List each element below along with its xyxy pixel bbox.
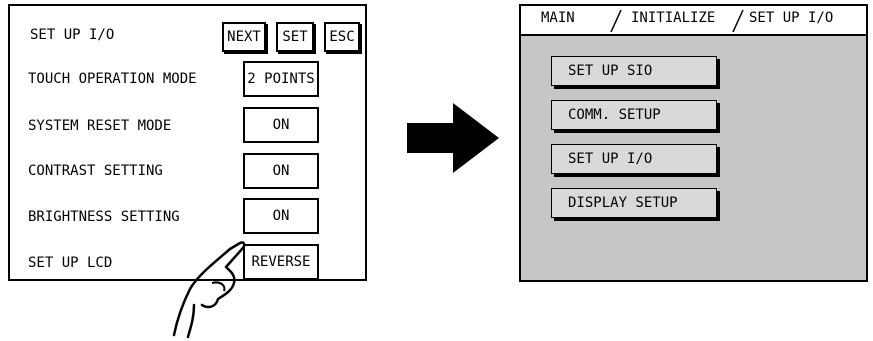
screen-title: SET UP I/O	[30, 27, 115, 43]
tab-divider	[610, 9, 622, 32]
esc-button[interactable]: ESC	[324, 22, 360, 52]
tab-set-up-io[interactable]: SET UP I/O	[749, 10, 833, 26]
system-reset-mode-label: SYSTEM RESET MODE	[28, 118, 172, 134]
contrast-setting-value[interactable]: ON	[243, 153, 319, 189]
next-button[interactable]: NEXT	[222, 22, 266, 52]
set-up-lcd-label: SET UP LCD	[28, 255, 113, 271]
pointing-hand-icon	[172, 241, 246, 339]
tab-main[interactable]: MAIN	[541, 10, 575, 26]
tab-initialize[interactable]: INITIALIZE	[631, 10, 715, 26]
brightness-setting-label: BRIGHTNESS SETTING	[28, 209, 180, 225]
set-up-io-button[interactable]: SET UP I/O	[551, 144, 717, 174]
set-button[interactable]: SET	[276, 22, 314, 52]
contrast-setting-label: CONTRAST SETTING	[28, 163, 163, 179]
tab-bar: MAIN INITIALIZE SET UP I/O	[521, 6, 866, 36]
right-arrow-icon	[407, 103, 499, 173]
initialize-menu-screen: MAIN INITIALIZE SET UP I/O SET UP SIO CO…	[519, 4, 868, 282]
brightness-setting-value[interactable]: ON	[243, 198, 319, 234]
display-setup-button[interactable]: DISPLAY SETUP	[551, 188, 717, 218]
comm-setup-button[interactable]: COMM. SETUP	[551, 100, 717, 130]
touch-operation-mode-value[interactable]: 2 POINTS	[243, 61, 319, 97]
touch-operation-mode-label: TOUCH OPERATION MODE	[28, 71, 197, 87]
system-reset-mode-value[interactable]: ON	[243, 107, 319, 143]
set-up-sio-button[interactable]: SET UP SIO	[551, 56, 717, 86]
tab-divider	[732, 9, 744, 32]
